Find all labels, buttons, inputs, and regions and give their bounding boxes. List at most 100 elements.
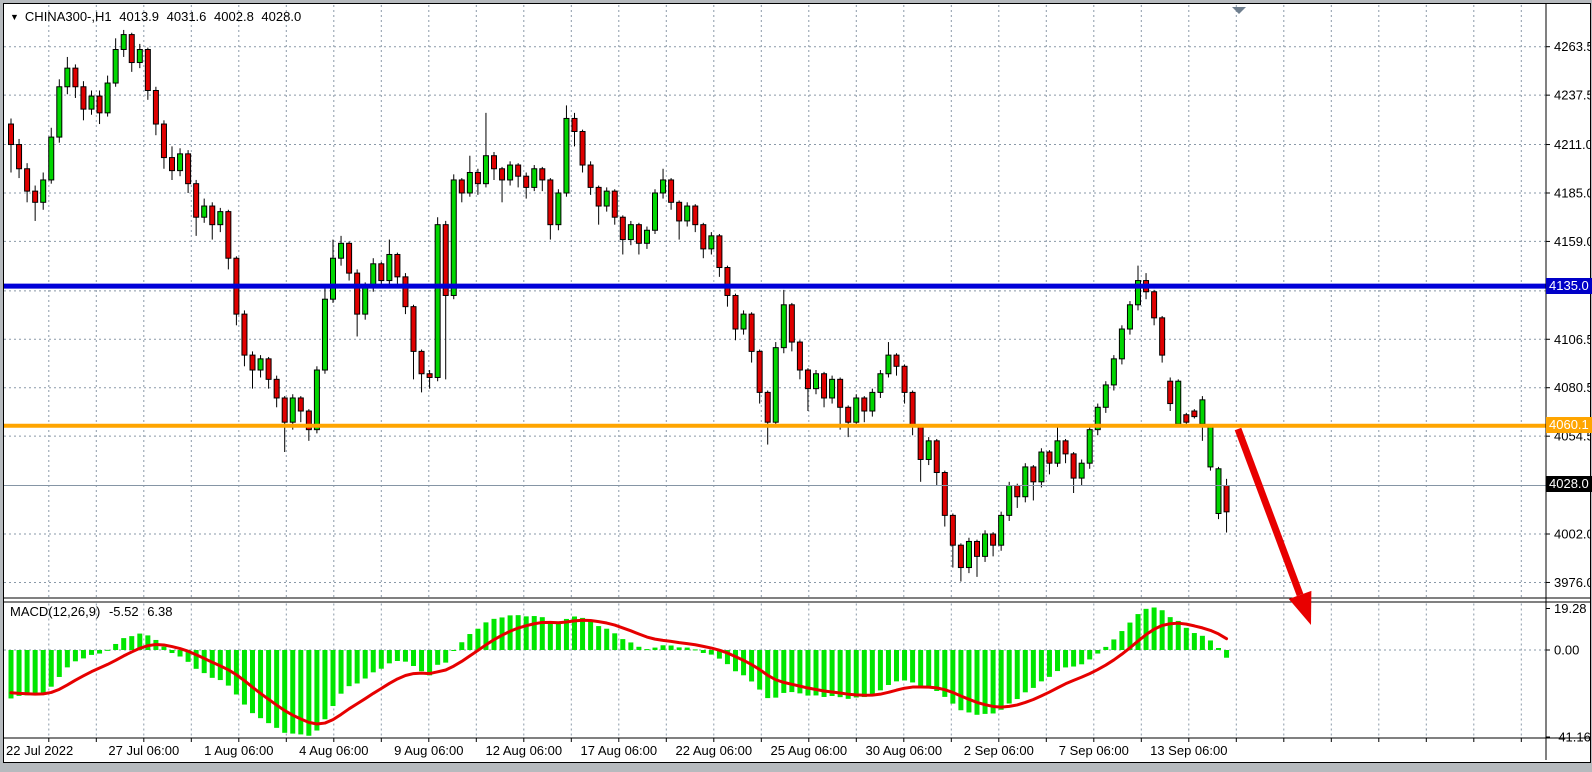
macd-histogram-bar	[1095, 650, 1100, 654]
macd-histogram-bar	[838, 650, 843, 697]
scroll-to-end-icon[interactable]	[1232, 7, 1246, 14]
candle-bearish	[693, 206, 698, 225]
candle-bullish	[105, 83, 110, 113]
macd-histogram-bar	[999, 650, 1004, 710]
price-axis-label: 4106.5	[1554, 332, 1590, 347]
candle-bullish	[451, 180, 456, 296]
candle-bearish	[25, 169, 30, 191]
macd-histogram-bar	[89, 650, 94, 655]
macd-histogram-bar	[419, 650, 424, 671]
macd-histogram-bar	[1208, 640, 1213, 650]
macd-histogram-bar	[1087, 650, 1092, 659]
time-axis-label: 4 Aug 06:00	[299, 743, 368, 758]
candle-bullish	[709, 236, 714, 249]
candle-bearish	[975, 541, 980, 556]
macd-name: MACD(12,26,9)	[10, 604, 100, 619]
macd-histogram-bar	[733, 650, 738, 671]
time-axis-label: 13 Sep 06:00	[1150, 743, 1227, 758]
candle-bullish	[314, 370, 319, 430]
macd-histogram-bar	[339, 650, 344, 694]
macd-histogram-bar	[475, 629, 480, 650]
macd-histogram-bar	[1216, 648, 1221, 650]
price-chart-canvas[interactable]: 4263.54237.54211.04185.04159.04106.54080…	[4, 4, 1590, 760]
candle-bearish	[9, 124, 14, 144]
time-axis-label: 27 Jul 06:00	[108, 743, 179, 758]
candle-bearish	[942, 473, 947, 516]
macd-histogram-bar	[1224, 650, 1229, 658]
candle-bearish	[910, 392, 915, 426]
candle-bearish	[427, 374, 432, 378]
candle-bearish	[789, 305, 794, 342]
candle-bullish	[926, 441, 931, 460]
macd-histogram-bar	[459, 642, 464, 650]
macd-histogram-bar	[862, 650, 867, 697]
candle-bearish	[459, 180, 464, 193]
candle-bearish	[347, 243, 352, 273]
candle-bullish	[1007, 486, 1012, 516]
candle-bullish	[644, 230, 649, 243]
candle-bullish	[1176, 381, 1181, 424]
macd-histogram-bar	[1184, 628, 1189, 650]
macd-histogram-bar	[290, 650, 295, 734]
ohlc-high: 4031.6	[167, 9, 207, 24]
candle-bearish	[1184, 415, 1189, 422]
macd-histogram-bar	[991, 650, 996, 713]
macd-histogram-bar	[926, 650, 931, 688]
candle-bearish	[701, 225, 706, 249]
chart-window: 4263.54237.54211.04185.04159.04106.54080…	[3, 3, 1591, 763]
macd-histogram-bar	[1160, 610, 1165, 650]
macd-histogram-bar	[258, 650, 263, 718]
macd-histogram-bar	[1007, 650, 1012, 704]
macd-histogram-bar	[653, 648, 658, 650]
macd-histogram-bar	[781, 650, 786, 693]
candle-bearish	[500, 169, 505, 180]
blue-line-price-tag: 4135.0	[1546, 278, 1592, 294]
macd-histogram-bar	[1136, 614, 1141, 650]
candle-bearish	[548, 180, 553, 225]
macd-histogram-bar	[322, 650, 327, 719]
candle-bullish	[89, 96, 94, 109]
macd-histogram-bar	[628, 642, 633, 650]
macd-histogram-bar	[524, 616, 529, 650]
candle-bearish	[1063, 441, 1068, 454]
macd-histogram-bar	[1047, 650, 1052, 677]
ohlc-open: 4013.9	[119, 9, 159, 24]
candle-bearish	[669, 180, 674, 202]
macd-histogram-bar	[41, 650, 46, 693]
macd-histogram-bar	[170, 650, 175, 653]
macd-histogram-bar	[1200, 636, 1205, 650]
candle-bearish	[1224, 486, 1229, 512]
candle-bullish	[556, 193, 561, 225]
candle-bullish	[137, 49, 142, 62]
candle-bullish	[363, 286, 368, 314]
macd-histogram-bar	[379, 650, 384, 669]
candle-bearish	[725, 268, 730, 296]
macd-histogram-bar	[918, 650, 923, 687]
candle-bearish	[153, 90, 158, 124]
candle-bearish	[958, 545, 963, 567]
candle-bearish	[1047, 452, 1052, 463]
macd-histogram-bar	[355, 650, 360, 683]
trend-arrow-shaft[interactable]	[1238, 429, 1300, 595]
candle-bearish	[145, 49, 150, 90]
candle-bearish	[17, 145, 22, 169]
candle-bearish	[492, 156, 497, 169]
macd-histogram-bar	[105, 650, 110, 651]
macd-histogram-bar	[677, 647, 682, 650]
macd-histogram-bar	[516, 615, 521, 650]
symbol-dropdown-icon[interactable]: ▼	[10, 12, 19, 22]
candle-bullish	[435, 225, 440, 378]
candle-bullish	[604, 191, 609, 206]
candle-bullish	[49, 137, 54, 180]
candle-bearish	[822, 374, 827, 398]
macd-histogram-bar	[685, 648, 690, 650]
time-axis-label: 17 Aug 06:00	[580, 743, 657, 758]
macd-histogram-bar	[902, 650, 907, 680]
trend-arrow-head[interactable]	[1289, 591, 1312, 625]
candle-bullish	[661, 180, 666, 193]
candle-bearish	[1031, 467, 1036, 482]
candle-bullish	[1079, 463, 1084, 478]
candle-bearish	[540, 169, 545, 180]
candle-bullish	[1127, 305, 1132, 329]
candle-bullish	[532, 169, 537, 188]
